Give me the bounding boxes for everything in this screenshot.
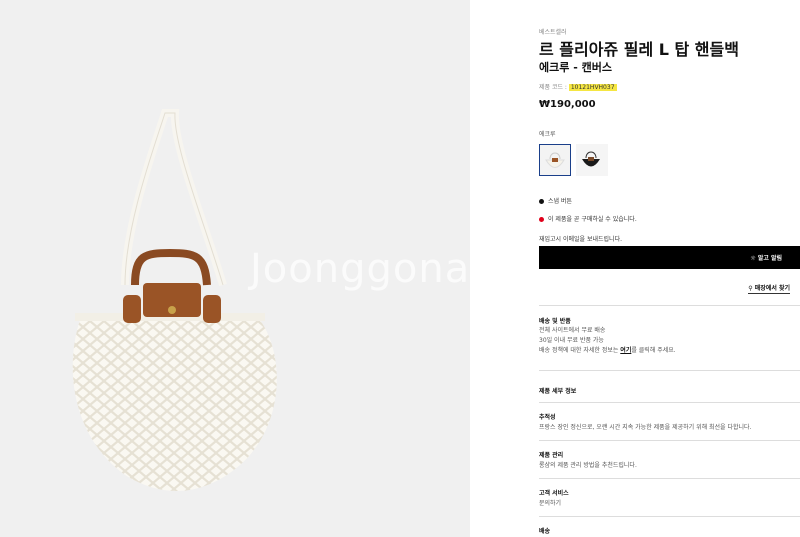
- color-swatch-black[interactable]: [576, 144, 608, 176]
- contact-link[interactable]: 문의하기: [539, 498, 561, 507]
- shipping-section-title[interactable]: 배송 및 반품: [539, 316, 571, 325]
- shipping-policy-link[interactable]: 여기: [620, 347, 631, 354]
- product-image-gallery: Joonggonara: [0, 0, 512, 537]
- bag-thumbnail-icon: [582, 151, 600, 167]
- shipping-text-3: 배송 정책에 대한 자세한 정보는 여기를 클릭해 주세요.: [539, 347, 676, 354]
- divider: [539, 370, 800, 371]
- product-code-row: 제품 코드 : 10121HVH037: [539, 82, 617, 91]
- shipping-text-2: 30일 이내 무료 반품 가능: [539, 337, 604, 344]
- notify-me-button[interactable]: ☼ 알고 알림: [539, 246, 800, 269]
- care-section-title[interactable]: 제품 관리: [539, 450, 563, 459]
- product-price: ₩190,000: [539, 99, 596, 110]
- breadcrumb[interactable]: 베스트셀러: [539, 27, 567, 36]
- details-section-title[interactable]: 제품 세부 정보: [539, 386, 576, 395]
- location-pin-icon: ⚲: [748, 285, 753, 292]
- divider: [539, 516, 800, 517]
- divider: [539, 402, 800, 403]
- bell-icon: ☼: [750, 255, 756, 262]
- snap-button-info: 스냅 버튼: [539, 196, 572, 205]
- bullet-icon: [539, 199, 544, 204]
- bag-thumbnail-icon: [545, 152, 565, 168]
- product-subtitle: 에크루 - 캔버스: [539, 61, 612, 74]
- unavailable-dot-icon: [539, 217, 544, 222]
- color-swatch-ecru[interactable]: [539, 144, 571, 176]
- customer-service-section-title[interactable]: 고객 서비스: [539, 488, 569, 497]
- product-info-panel: 베스트셀러 르 플리아쥬 필레 L 탑 핸들백 에크루 - 캔버스 제품 코드 …: [470, 0, 800, 537]
- care-text: 롱샴의 제품 관리 방법을 추천드립니다.: [539, 462, 637, 469]
- find-in-store-link[interactable]: ⚲ 매장에서 찾기: [748, 283, 790, 294]
- divider: [539, 440, 800, 441]
- divider: [539, 478, 800, 479]
- notify-me-label: ☼ 알고 알림: [750, 255, 782, 262]
- product-code-label: 제품 코드 :: [539, 84, 567, 91]
- shipping-text-1: 전체 사이트에서 무료 배송: [539, 327, 606, 334]
- product-code: 10121HVH037: [568, 84, 617, 91]
- divider: [539, 305, 800, 306]
- color-label: 에크루: [539, 131, 556, 138]
- availability-info: 이 제품을 곧 구매하실 수 있습니다.: [539, 214, 637, 223]
- product-title: 르 플리아쥬 필레 L 탑 핸들백: [539, 40, 739, 59]
- traceability-section-title[interactable]: 추적성: [539, 412, 556, 421]
- restock-message: 재입고시 이메일을 보내드립니다.: [539, 236, 623, 243]
- product-image: [72, 109, 277, 492]
- delivery-section-title[interactable]: 배송: [539, 526, 550, 535]
- traceability-text: 프랑스 장인 정신으로, 오랜 시간 지속 가능한 제품을 제공하기 위해 최선…: [539, 424, 752, 431]
